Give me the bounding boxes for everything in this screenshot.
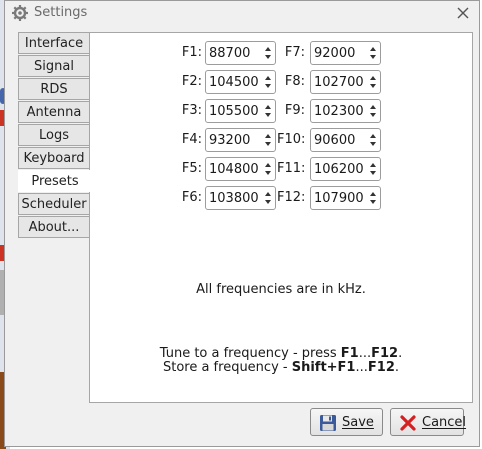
preset-value: 92000 xyxy=(314,46,356,61)
tab-antenna[interactable]: Antenna xyxy=(18,101,89,123)
preset-label: F4: xyxy=(181,132,202,147)
preset-label: F6: xyxy=(181,190,202,205)
tab-signal[interactable]: Signal xyxy=(18,55,89,77)
spin-arrows-icon[interactable] xyxy=(263,72,273,92)
preset-value: 104500 xyxy=(209,75,259,90)
preset-label: F5: xyxy=(181,161,202,176)
store-hint-end: . xyxy=(394,360,400,375)
cancel-button-label: Cancel xyxy=(422,415,467,430)
save-button[interactable]: Save xyxy=(310,408,383,436)
spin-arrows-icon[interactable] xyxy=(263,101,273,121)
preset-label: F12: xyxy=(277,190,306,205)
spin-arrows-icon[interactable] xyxy=(368,130,378,150)
preset-f4-spinbox[interactable]: 93200 xyxy=(205,128,276,152)
preset-value: 104800 xyxy=(209,162,259,177)
store-hint: Store a frequency - Shift+F1...F12. xyxy=(90,360,472,375)
tab-scheduler[interactable]: Scheduler xyxy=(18,193,89,215)
preset-f5-spinbox[interactable]: 104800 xyxy=(205,157,276,181)
preset-label: F11: xyxy=(277,161,306,176)
preset-f3-spinbox[interactable]: 105500 xyxy=(205,99,276,123)
preset-value: 88700 xyxy=(209,46,251,61)
cancel-x-icon xyxy=(400,415,416,431)
spin-arrows-icon[interactable] xyxy=(368,72,378,92)
preset-value: 106200 xyxy=(314,162,364,177)
store-hint-text: Store a frequency - xyxy=(162,360,292,375)
spin-arrows-icon[interactable] xyxy=(263,130,273,150)
tune-hint: Tune to a frequency - press F1...F12. xyxy=(90,346,472,361)
spin-arrows-icon[interactable] xyxy=(263,159,273,179)
preset-value: 90600 xyxy=(314,133,356,148)
preset-value: 107900 xyxy=(314,191,364,206)
settings-tab-list: Interface Signal RDS Antenna Logs Keyboa… xyxy=(18,32,91,239)
spin-arrows-icon[interactable] xyxy=(368,43,378,63)
store-hint-key: F12 xyxy=(367,360,395,375)
spin-arrows-icon[interactable] xyxy=(368,188,378,208)
preset-value: 93200 xyxy=(209,133,251,148)
tab-rds[interactable]: RDS xyxy=(18,78,89,100)
preset-f11-spinbox[interactable]: 106200 xyxy=(310,157,381,181)
tab-about[interactable]: About... xyxy=(18,216,89,238)
tab-keyboard[interactable]: Keyboard xyxy=(18,147,89,169)
preset-label: F9: xyxy=(284,103,305,118)
tab-logs[interactable]: Logs xyxy=(18,124,89,146)
preset-label: F7: xyxy=(284,45,305,60)
title-bar: Settings xyxy=(5,1,479,25)
preset-f12-spinbox[interactable]: 107900 xyxy=(310,186,381,210)
preset-value: 102300 xyxy=(314,104,364,119)
spin-arrows-icon[interactable] xyxy=(263,43,273,63)
preset-f1-spinbox[interactable]: 88700 xyxy=(205,41,276,65)
preset-label: F3: xyxy=(181,103,202,118)
presets-panel: F1: 88700 F2: 104500 F3: 105500 F4: 9320… xyxy=(89,32,473,403)
settings-gear-icon xyxy=(12,5,28,21)
preset-value: 103800 xyxy=(209,191,259,206)
store-hint-separator: ... xyxy=(355,360,368,375)
units-note: All frequencies are in kHz. xyxy=(196,282,366,297)
preset-f9-spinbox[interactable]: 102300 xyxy=(310,99,381,123)
preset-label: F2: xyxy=(181,74,202,89)
settings-dialog: Settings Interface Signal RDS Antenna Lo… xyxy=(4,0,480,447)
preset-f2-spinbox[interactable]: 104500 xyxy=(205,70,276,94)
preset-value: 105500 xyxy=(209,104,259,119)
preset-f8-spinbox[interactable]: 102700 xyxy=(310,70,381,94)
tune-hint-text: Tune to a frequency - press xyxy=(159,346,341,361)
tune-hint-end: . xyxy=(398,346,403,361)
tune-hint-key: F12 xyxy=(371,346,399,361)
preset-value: 102700 xyxy=(314,75,364,90)
save-button-label: Save xyxy=(342,415,374,430)
preset-label: F10: xyxy=(277,132,306,147)
preset-f7-spinbox[interactable]: 92000 xyxy=(310,41,381,65)
tune-hint-separator: ... xyxy=(358,346,372,361)
spin-arrows-icon[interactable] xyxy=(368,101,378,121)
floppy-disk-icon xyxy=(320,415,336,431)
spin-arrows-icon[interactable] xyxy=(368,159,378,179)
spin-arrows-icon[interactable] xyxy=(263,188,273,208)
preset-f10-spinbox[interactable]: 90600 xyxy=(310,128,381,152)
window-title: Settings xyxy=(34,5,88,20)
close-icon[interactable] xyxy=(453,3,473,23)
tab-interface[interactable]: Interface xyxy=(18,32,89,54)
preset-label: F1: xyxy=(181,45,202,60)
preset-label: F8: xyxy=(284,74,305,89)
tab-presets[interactable]: Presets xyxy=(18,170,91,192)
tune-hint-key: F1 xyxy=(340,346,359,361)
store-hint-key: Shift+F1 xyxy=(291,360,356,375)
cancel-button[interactable]: Cancel xyxy=(390,408,467,436)
preset-f6-spinbox[interactable]: 103800 xyxy=(205,186,276,210)
